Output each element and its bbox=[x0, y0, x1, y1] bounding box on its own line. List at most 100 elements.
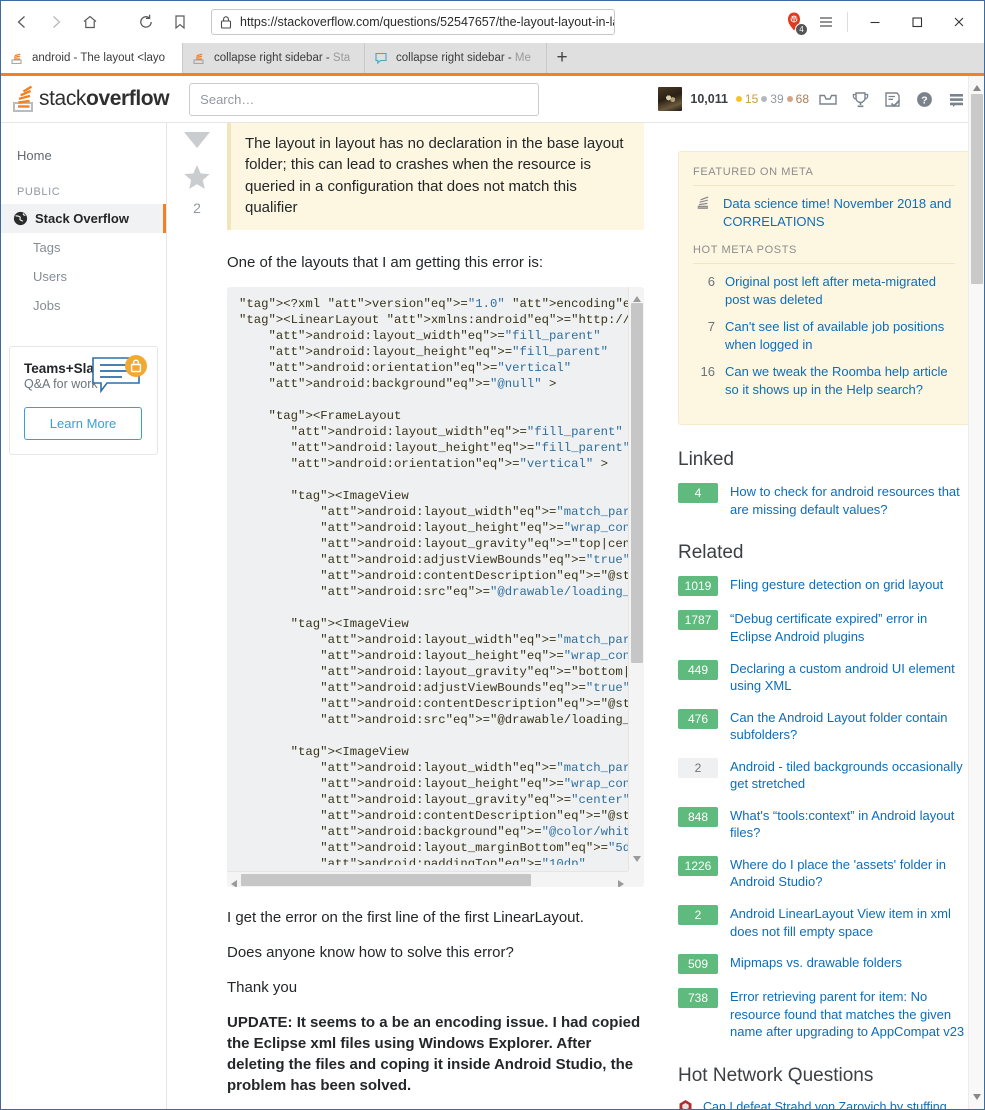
scrollbar-corner bbox=[628, 871, 644, 888]
home-icon[interactable] bbox=[73, 5, 107, 39]
lock-icon bbox=[220, 15, 232, 29]
stackoverflow-favicon bbox=[191, 50, 207, 66]
post-update-paragraph: UPDATE: It seems to a be an encoding iss… bbox=[227, 1014, 641, 1095]
vote-count: 476 bbox=[678, 708, 718, 729]
related-question-item[interactable]: 449 Declaring a custom android UI element… bbox=[678, 659, 970, 695]
vote-count: 1226 bbox=[678, 855, 718, 876]
silver-badge-count[interactable]: 39 bbox=[761, 92, 784, 106]
scroll-right-arrow-icon[interactable] bbox=[617, 875, 625, 888]
favorite-count: 2 bbox=[193, 200, 201, 216]
hot-meta-item[interactable]: 7 Can't see list of available job positi… bbox=[693, 318, 955, 353]
related-question-item[interactable]: 476 Can the Android Layout folder contain… bbox=[678, 708, 970, 744]
scrollbar-thumb[interactable] bbox=[971, 94, 983, 284]
featured-on-meta-heading: FEATURED ON META bbox=[693, 166, 955, 186]
teams-chat-icon bbox=[89, 355, 151, 403]
browser-tab-2[interactable]: collapse right sidebar - Sta bbox=[183, 43, 365, 73]
reload-icon[interactable] bbox=[129, 5, 163, 39]
sidebar-item-tags[interactable]: Tags bbox=[1, 233, 166, 262]
vote-count: 2 bbox=[678, 905, 718, 926]
address-bar[interactable]: https://stackoverflow.com/questions/5254… bbox=[211, 9, 615, 35]
page-scrollbar[interactable] bbox=[968, 76, 984, 1109]
question-title[interactable]: How to check for android resources that … bbox=[730, 483, 970, 518]
learn-more-button[interactable]: Learn More bbox=[24, 407, 142, 440]
hot-network-link[interactable]: Can I defeat Strahd von Zarovich by stuf… bbox=[703, 1099, 970, 1109]
code-horizontal-scrollbar[interactable] bbox=[227, 871, 628, 888]
sidebar-item-users[interactable]: Users bbox=[1, 262, 166, 291]
url-text: https://stackoverflow.com/questions/5254… bbox=[240, 15, 615, 29]
question-title[interactable]: Declaring a custom android UI element us… bbox=[730, 660, 970, 695]
vote-count: 509 bbox=[678, 954, 718, 975]
vote-count: 1787 bbox=[678, 610, 718, 631]
sidebar-item-home[interactable]: Home bbox=[1, 141, 166, 170]
scrollbar-thumb[interactable] bbox=[631, 303, 643, 664]
hot-meta-item[interactable]: 16 Can we tweak the Roomba help article … bbox=[693, 363, 955, 398]
post-paragraph-3: Thank you bbox=[227, 979, 298, 997]
new-tab-button[interactable]: + bbox=[547, 43, 577, 73]
browser-tab-3[interactable]: collapse right sidebar - Me bbox=[365, 43, 547, 73]
scroll-left-arrow-icon[interactable] bbox=[230, 875, 238, 888]
related-question-item[interactable]: 738 Error retrieving parent for item: No … bbox=[678, 988, 970, 1041]
back-arrow-icon[interactable] bbox=[5, 5, 39, 39]
featured-meta-item[interactable]: Data science time! November 2018 and COR… bbox=[693, 195, 955, 230]
question-title[interactable]: Android - tiled backgrounds occasionally… bbox=[730, 758, 970, 793]
related-question-item[interactable]: 1226 Where do I place the 'assets' folder… bbox=[678, 855, 970, 891]
browser-menu-icon[interactable] bbox=[811, 5, 841, 39]
tab-title: collapse right sidebar - Me bbox=[396, 52, 531, 64]
featured-meta-link[interactable]: Data science time! November 2018 and COR… bbox=[723, 195, 955, 230]
close-button[interactable] bbox=[938, 5, 980, 39]
hot-meta-link[interactable]: Can we tweak the Roomba help article so … bbox=[725, 363, 955, 398]
code-vertical-scrollbar[interactable] bbox=[628, 287, 644, 872]
user-navigation: 10,011 15 39 68 ? bbox=[658, 83, 972, 116]
related-question-item[interactable]: 509 Mipmaps vs. drawable folders bbox=[678, 954, 970, 975]
hot-network-item[interactable]: Can I defeat Strahd von Zarovich by stuf… bbox=[678, 1099, 970, 1109]
hot-meta-link[interactable]: Original post left after meta-migrated p… bbox=[725, 273, 955, 308]
forward-arrow-icon[interactable] bbox=[39, 5, 73, 39]
hot-meta-link[interactable]: Can't see list of available job position… bbox=[725, 318, 955, 353]
vote-cell: 2 bbox=[167, 123, 227, 1109]
vote-count: 1019 bbox=[678, 576, 718, 597]
bookmark-icon[interactable] bbox=[163, 5, 197, 39]
favorite-star-icon[interactable] bbox=[183, 164, 211, 196]
question-title[interactable]: Android LinearLayout View item in xml do… bbox=[730, 905, 970, 940]
linked-heading: Linked bbox=[678, 449, 734, 471]
extension-icon[interactable]: 4 bbox=[777, 5, 811, 39]
right-sidebar: FEATURED ON META Data science time! Nove… bbox=[662, 123, 984, 1109]
code-block[interactable]: "tag"><?xml "att">version"eq">="1.0" "at… bbox=[227, 287, 644, 888]
bronze-badge-count[interactable]: 68 bbox=[786, 92, 809, 106]
related-question-item[interactable]: 848 What's “tools:context” in Android lay… bbox=[678, 806, 970, 842]
scroll-down-arrow-icon[interactable] bbox=[632, 849, 642, 869]
question-title[interactable]: Error retrieving parent for item: No res… bbox=[730, 988, 970, 1041]
browser-toolbar: https://stackoverflow.com/questions/5254… bbox=[1, 1, 984, 43]
post-body: The layout in layout has no declaration … bbox=[227, 123, 662, 1109]
question-title[interactable]: What's “tools:context” in Android layout… bbox=[730, 807, 970, 842]
post-paragraph-1: I get the error on the first line of the… bbox=[227, 909, 584, 927]
related-question-item[interactable]: 1019 Fling gesture detection on grid layo… bbox=[678, 576, 970, 597]
inbox-icon[interactable] bbox=[812, 83, 844, 116]
avatar[interactable] bbox=[658, 87, 683, 111]
related-question-item[interactable]: 2 Android - tiled backgrounds occasionall… bbox=[678, 757, 970, 793]
question-title[interactable]: Fling gesture detection on grid layout bbox=[730, 576, 943, 594]
help-icon[interactable]: ? bbox=[908, 83, 940, 116]
question-title[interactable]: “Debug certificate expired” error in Ecl… bbox=[730, 610, 970, 645]
linked-question-item[interactable]: 4 How to check for android resources that… bbox=[678, 483, 970, 518]
hot-meta-item[interactable]: 6 Original post left after meta-migrated… bbox=[693, 273, 955, 308]
gold-badge-count[interactable]: 15 bbox=[735, 92, 758, 106]
maximize-button[interactable] bbox=[896, 5, 938, 39]
related-question-item[interactable]: 2 Android LinearLayout View item in xml d… bbox=[678, 905, 970, 940]
stackoverflow-logo[interactable]: stackoverflow bbox=[11, 84, 170, 114]
scrollbar-thumb[interactable] bbox=[241, 874, 531, 887]
minimize-button[interactable] bbox=[854, 5, 896, 39]
sidebar-item-stack-overflow[interactable]: Stack Overflow bbox=[1, 204, 166, 233]
question-title[interactable]: Can the Android Layout folder contain su… bbox=[730, 709, 970, 744]
browser-tab-1[interactable]: android - The layout <layo bbox=[1, 43, 183, 73]
related-question-item[interactable]: 1787 “Debug certificate expired” error in… bbox=[678, 610, 970, 645]
scroll-down-arrow-icon[interactable] bbox=[972, 1088, 982, 1106]
question-title[interactable]: Where do I place the 'assets' folder in … bbox=[730, 856, 970, 891]
sidebar-item-jobs[interactable]: Jobs bbox=[1, 291, 166, 320]
vote-count: 848 bbox=[678, 806, 718, 827]
downvote-button[interactable] bbox=[180, 129, 214, 156]
review-icon[interactable] bbox=[876, 83, 908, 116]
question-title[interactable]: Mipmaps vs. drawable folders bbox=[730, 954, 902, 972]
trophy-icon[interactable] bbox=[844, 83, 876, 116]
search-input[interactable]: Search… bbox=[189, 82, 540, 116]
